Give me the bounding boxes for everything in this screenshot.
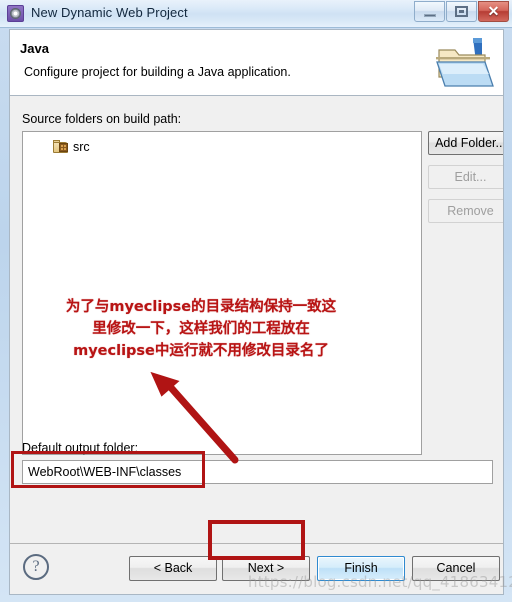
minimize-icon [424,14,436,17]
output-folder-input[interactable] [22,460,493,484]
page-description: Configure project for building a Java ap… [24,65,291,79]
java-folder-icon [436,38,494,87]
window-title: New Dynamic Web Project [31,5,188,20]
source-folders-label: Source folders on build path: [22,112,182,126]
dialog-window: New Dynamic Web Project ✕ Java Configure… [0,0,512,602]
page-title: Java [20,41,49,56]
eclipse-wizard-gear-icon [7,5,24,22]
source-folders-list[interactable]: src [22,131,422,455]
list-item[interactable]: src [53,139,90,156]
back-button[interactable]: < Back [129,556,217,581]
minimize-button[interactable] [414,1,445,22]
wizard-banner: Java Configure project for building a Ja… [10,30,503,96]
close-icon: ✕ [487,3,500,19]
watermark: https://blog.csdn.net/qq_41863412 [248,573,512,591]
list-item-label: src [73,140,90,154]
source-folder-icon [53,140,69,154]
maximize-icon [455,6,468,17]
remove-button: Remove [428,199,503,223]
title-bar: New Dynamic Web Project ✕ [0,0,512,28]
edit-button: Edit... [428,165,503,189]
output-folder-label: Default output folder: [22,441,139,455]
dialog-client-area: Java Configure project for building a Ja… [9,29,504,595]
footer-separator [10,543,503,544]
maximize-button[interactable] [446,1,477,22]
help-button[interactable]: ? [23,554,49,580]
add-folder-button[interactable]: Add Folder... [428,131,503,155]
close-button[interactable]: ✕ [478,1,509,22]
